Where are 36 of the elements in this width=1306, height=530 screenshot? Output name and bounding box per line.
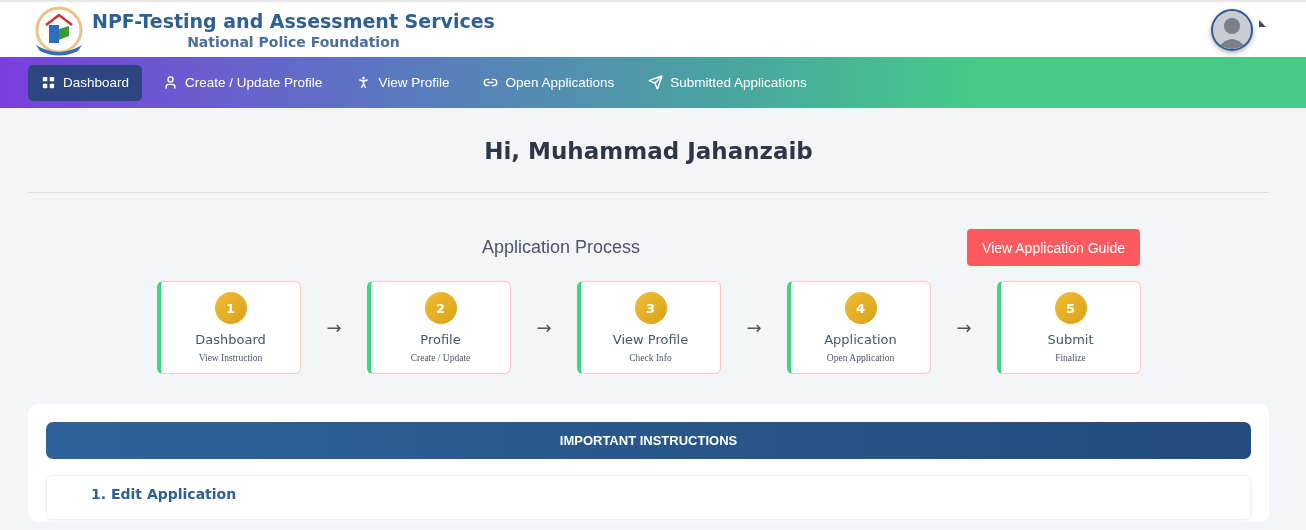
step-caption: Create / Update — [410, 353, 471, 363]
nav-tab[interactable]: Dashboard — [28, 64, 143, 101]
step-number: 1 — [214, 292, 247, 324]
paper-plane-icon — [648, 75, 664, 90]
greeting: Hi, Muhammad Jahanzaib — [483, 137, 814, 166]
step-caption: Finalize — [1055, 353, 1086, 363]
step-number: 4 — [844, 292, 877, 324]
arrow: → — [535, 317, 553, 338]
nav-tab[interactable]: Submitted Applications — [635, 64, 820, 101]
section-title: Application Process — [482, 237, 641, 258]
step-title: Dashboard — [195, 332, 266, 347]
nav-tab[interactable]: Create / Update Profile — [150, 64, 336, 101]
arrow: → — [745, 317, 763, 338]
guide-button[interactable]: View Application Guide — [967, 229, 1140, 266]
arrow: → — [955, 317, 973, 338]
step-title: Application — [824, 332, 897, 347]
avatar[interactable] — [1211, 8, 1253, 51]
arrow: → — [325, 317, 343, 338]
step-caption: Open Application — [826, 353, 895, 363]
site-title: NPF-Testing and Assessment Services — [92, 9, 495, 32]
grid-icon — [41, 75, 56, 90]
instructions-banner: IMPORTANT INSTRUCTIONS — [46, 422, 1251, 459]
step-title: Submit — [1047, 332, 1094, 347]
caret-icon[interactable] — [1259, 20, 1266, 27]
step-number: 2 — [424, 292, 457, 324]
user-icon — [163, 75, 179, 90]
step-caption: Check Info — [629, 353, 672, 363]
nav-tab[interactable]: View Profile — [343, 64, 463, 101]
instruction-heading: 1. Edit Application — [91, 486, 238, 502]
site-subtitle: National Police Foundation — [187, 33, 400, 50]
step-number: 3 — [634, 292, 667, 324]
nav-tab[interactable]: Open Applications — [470, 64, 628, 101]
step-title: Profile — [420, 332, 461, 347]
step-caption: View Instruction — [198, 353, 263, 363]
step-title: View Profile — [612, 332, 689, 347]
step-number: 5 — [1054, 292, 1087, 324]
